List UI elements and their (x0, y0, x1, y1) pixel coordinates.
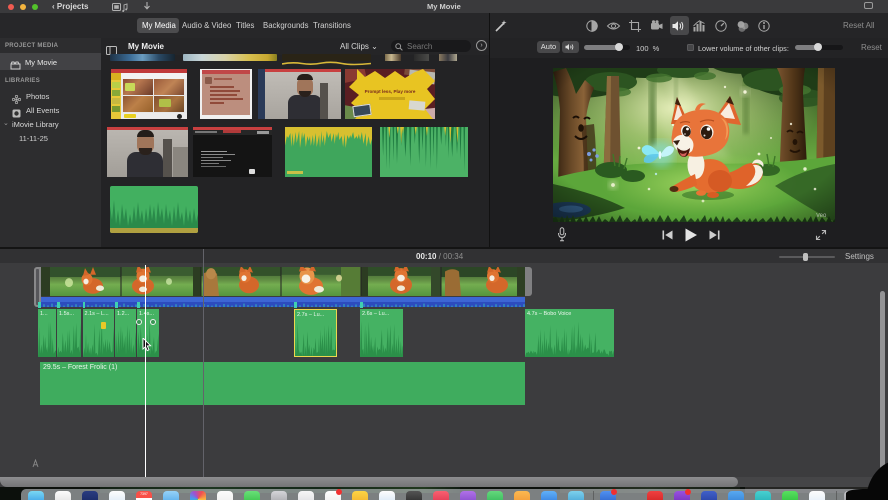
svg-text:Veo: Veo (816, 213, 827, 219)
